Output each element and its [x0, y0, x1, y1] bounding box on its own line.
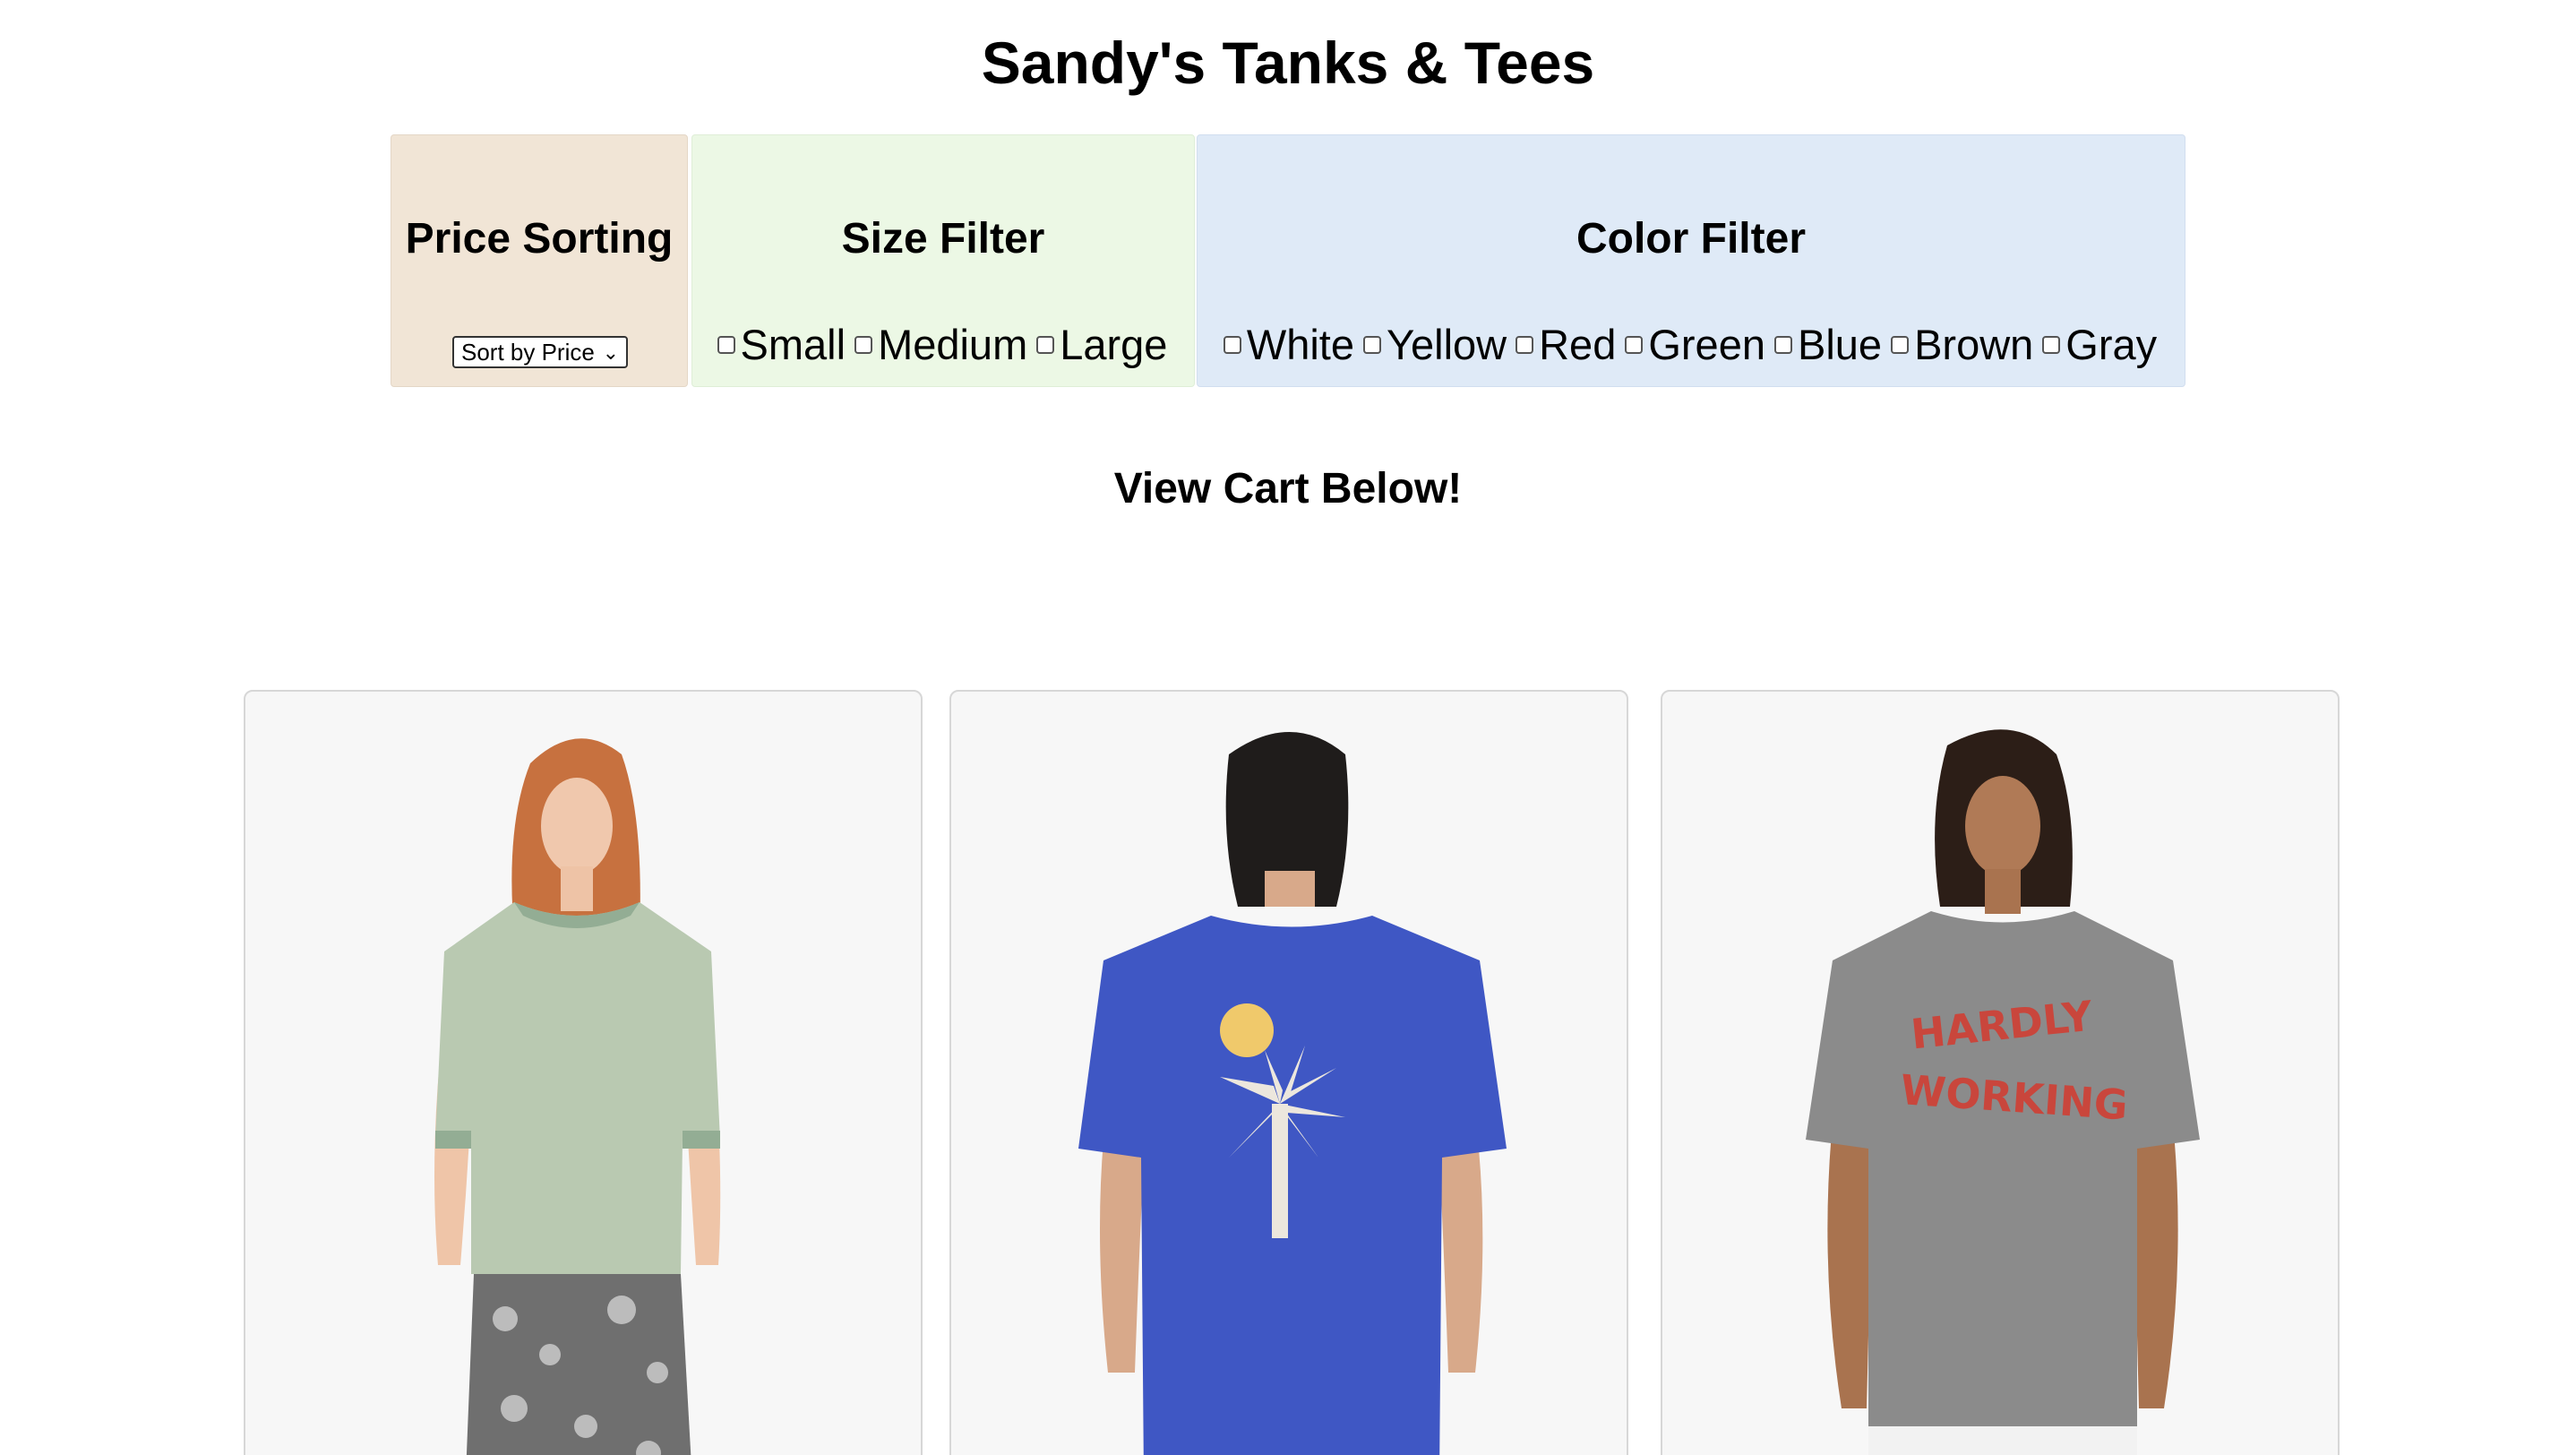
color-green-checkbox[interactable] [1625, 336, 1644, 354]
color-option-label: Yellow [1386, 321, 1507, 368]
color-option-blue[interactable]: Blue [1771, 320, 1882, 370]
product-card[interactable]: HARDLY WORKING [1661, 690, 2340, 1455]
size-large-checkbox[interactable] [1036, 336, 1055, 354]
size-option-medium[interactable]: Medium [851, 320, 1027, 370]
product-image [1078, 732, 1507, 1455]
color-red-checkbox[interactable] [1516, 336, 1534, 354]
price-sorting-heading: Price Sorting [405, 215, 674, 263]
color-option-green[interactable]: Green [1621, 320, 1765, 370]
page: Sandy's Tanks & Tees Price Sorting Sort … [0, 0, 2576, 1455]
color-options: White Yellow Red Green Blue Brown Gray [1198, 320, 2185, 370]
size-option-large[interactable]: Large [1033, 320, 1167, 370]
price-sorting-panel: Price Sorting Sort by Price ⌄ [391, 134, 688, 387]
color-option-label: Gray [2065, 321, 2158, 368]
color-blue-checkbox[interactable] [1773, 336, 1792, 354]
size-small-checkbox[interactable] [717, 336, 735, 354]
size-option-label: Large [1060, 321, 1168, 368]
color-option-label: White [1246, 321, 1354, 368]
size-option-label: Medium [878, 321, 1028, 368]
color-option-label: Green [1648, 321, 1765, 368]
size-filter-panel: Size Filter Small Medium Large [691, 134, 1195, 387]
color-option-white[interactable]: White [1220, 320, 1354, 370]
size-option-label: Small [740, 321, 846, 368]
color-option-brown[interactable]: Brown [1887, 320, 2033, 370]
product-card[interactable] [949, 690, 1628, 1455]
shirt-shape [435, 902, 720, 1274]
size-filter-heading: Size Filter [841, 215, 1045, 263]
product-image: HARDLY WORKING [1806, 729, 2200, 1455]
product-card[interactable] [244, 690, 923, 1455]
color-option-label: Red [1539, 321, 1617, 368]
sort-by-price-select[interactable]: Sort by Price ⌄ [452, 336, 628, 368]
filters-bar: Price Sorting Sort by Price ⌄ Size Filte… [391, 134, 2185, 387]
sort-select-value: Sort by Price [461, 339, 595, 366]
color-filter-heading: Color Filter [1576, 215, 1806, 263]
color-yellow-checkbox[interactable] [1362, 336, 1381, 354]
view-cart-heading: View Cart Below! [1113, 465, 1463, 512]
color-brown-checkbox[interactable] [1891, 336, 1910, 354]
size-option-small[interactable]: Small [714, 320, 846, 370]
color-gray-checkbox[interactable] [2042, 336, 2061, 354]
color-option-label: Blue [1797, 321, 1883, 368]
color-option-red[interactable]: Red [1512, 320, 1616, 370]
color-option-gray[interactable]: Gray [2039, 320, 2157, 370]
color-filter-panel: Color Filter White Yellow Red Green Blue… [1197, 134, 2185, 387]
size-medium-checkbox[interactable] [854, 336, 873, 354]
chevron-down-icon: ⌄ [602, 341, 619, 364]
product-image [434, 738, 721, 1455]
color-white-checkbox[interactable] [1223, 336, 1241, 354]
size-options: Small Medium Large [692, 320, 1194, 370]
color-option-label: Brown [1914, 321, 2034, 368]
color-option-yellow[interactable]: Yellow [1360, 320, 1507, 370]
store-title: Sandy's Tanks & Tees [981, 30, 1595, 96]
